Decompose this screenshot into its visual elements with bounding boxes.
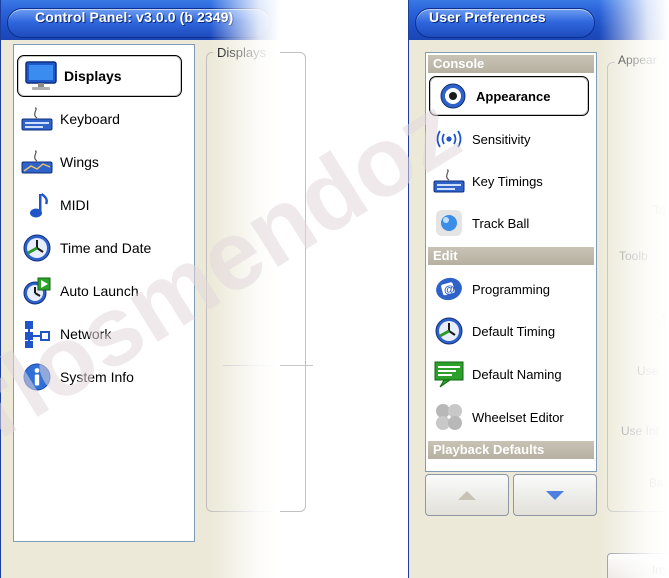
keyboard-icon (20, 102, 54, 136)
nav-item-programming-label: Programming (472, 281, 551, 297)
setting-label-4: Use (637, 364, 659, 378)
monitor-icon (24, 59, 58, 93)
displays-group-box (206, 52, 306, 512)
setting-label-6: Ba (649, 476, 664, 490)
nav-item-default-naming-label: Default Naming (472, 366, 562, 382)
setting-label-5: Use Int (621, 424, 660, 438)
screenshot-root: Control Panel: v3.0.0 (b 2349) Displays (0, 0, 669, 578)
scroll-down-button[interactable] (513, 474, 597, 516)
nav-item-wings[interactable]: Wings (14, 142, 99, 182)
nav-item-time-and-date-label: Time and Date (60, 240, 152, 256)
user-preferences-window: User Preferences Console Appearance Sens… (408, 0, 669, 578)
nav-item-system-info[interactable]: System Info (14, 357, 134, 397)
nav-item-key-timings[interactable]: Key Timings (426, 161, 543, 201)
user-preferences-nav: Console Appearance Sensitivity Key Timin… (425, 52, 597, 472)
nav-item-network[interactable]: Network (14, 314, 111, 354)
scroll-up-button[interactable] (425, 474, 509, 516)
nav-item-default-timing[interactable]: Default Timing (426, 311, 555, 351)
programming-icon: @ (432, 272, 466, 306)
user-preferences-titlebar: User Preferences (409, 0, 669, 40)
appearance-group-label: Appear (615, 53, 660, 67)
nav-item-auto-launch-label: Auto Launch (60, 283, 139, 299)
clock-icon (20, 231, 54, 265)
nav-item-default-naming[interactable]: Default Naming (426, 354, 562, 394)
nav-item-wheelset-editor[interactable]: Wheelset Editor (426, 397, 564, 437)
info-icon (20, 360, 54, 394)
section-header-playback-defaults: Playback Defaults (428, 441, 594, 459)
nav-item-keyboard[interactable]: Keyboard (14, 99, 120, 139)
nav-item-sensitivity-label: Sensitivity (472, 131, 531, 147)
arrow-down-icon (546, 490, 564, 500)
user-preferences-title: User Preferences (429, 9, 546, 25)
svg-text:@: @ (444, 284, 455, 296)
nav-item-wings-label: Wings (60, 154, 99, 170)
section-header-edit: Edit (428, 247, 594, 265)
nav-item-time-and-date[interactable]: Time and Date (14, 228, 151, 268)
nav-item-system-info-label: System Info (60, 369, 134, 385)
nav-item-track-ball[interactable]: Track Ball (426, 203, 529, 243)
appearance-icon (436, 79, 470, 113)
nav-item-auto-launch[interactable]: Auto Launch (14, 271, 139, 311)
trackball-icon (432, 206, 466, 240)
section-header-console: Console (428, 55, 594, 73)
wheelset-icon (432, 400, 466, 434)
setting-label-3: S (661, 312, 669, 326)
setting-label-1: To (653, 203, 666, 217)
nav-item-track-ball-label: Track Ball (472, 215, 530, 231)
clock-icon (432, 314, 466, 348)
nav-item-displays-label: Displays (64, 68, 122, 84)
import-button[interactable]: Imp (607, 553, 669, 578)
nav-item-midi[interactable]: MIDI (14, 185, 90, 225)
nav-item-network-label: Network (60, 326, 112, 342)
nav-item-appearance-label: Appearance (476, 88, 551, 104)
auto-launch-icon (20, 274, 54, 308)
nav-item-key-timings-label: Key Timings (472, 173, 543, 189)
nav-item-midi-label: MIDI (60, 197, 90, 213)
nav-item-default-timing-label: Default Timing (472, 323, 556, 339)
nav-item-programming[interactable]: @ Programming (426, 269, 550, 309)
control-panel-titlebar: Control Panel: v3.0.0 (b 2349) (1, 0, 280, 40)
arrow-up-icon (458, 490, 476, 500)
displays-group-label: Displays (213, 45, 271, 60)
displays-divider (223, 365, 313, 366)
sensitivity-icon (432, 122, 466, 156)
nav-item-displays[interactable]: Displays (17, 55, 182, 97)
control-panel-window: Control Panel: v3.0.0 (b 2349) Displays (0, 0, 313, 578)
naming-icon (432, 357, 466, 391)
network-icon (20, 317, 54, 351)
nav-item-wheelset-editor-label: Wheelset Editor (472, 409, 564, 425)
nav-item-appearance[interactable]: Appearance (429, 76, 589, 116)
nav-item-keyboard-label: Keyboard (60, 111, 120, 127)
nav-item-sensitivity[interactable]: Sensitivity (426, 119, 531, 159)
keyboard-icon (432, 164, 466, 198)
control-panel-nav: Displays Keyboard Wings MIDI Time and Da… (13, 44, 195, 542)
appearance-group-box (607, 62, 669, 512)
setting-label-2: Toolb (619, 249, 648, 263)
control-panel-title: Control Panel: v3.0.0 (b 2349) (35, 9, 234, 25)
music-note-icon (20, 188, 54, 222)
wings-icon (20, 145, 54, 179)
